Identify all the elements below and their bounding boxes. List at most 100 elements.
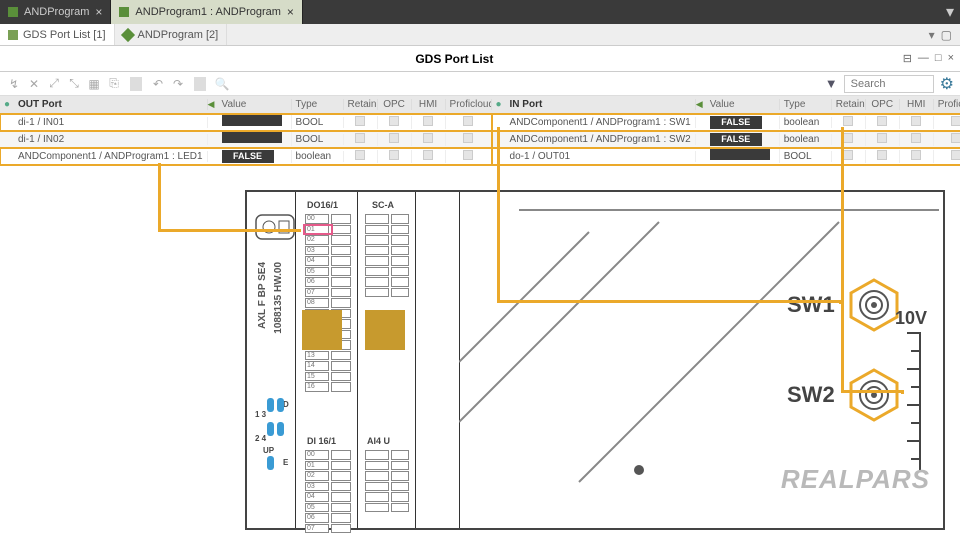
proficloud-checkbox[interactable]: [463, 133, 473, 143]
th-hmi[interactable]: HMI: [412, 99, 446, 110]
hmi-checkbox[interactable]: [911, 116, 921, 126]
th-value[interactable]: Value: [218, 99, 292, 110]
sub-tab-andprogram[interactable]: ANDProgram [2]: [115, 24, 228, 45]
panel-title: GDS Port List: [6, 52, 903, 66]
minimize-icon[interactable]: ▾: [929, 28, 935, 42]
settings-icon[interactable]: ⚙: [940, 74, 954, 94]
close-icon[interactable]: ×: [287, 5, 294, 19]
th-type[interactable]: Type: [292, 99, 344, 110]
th-type[interactable]: Type: [780, 99, 832, 110]
table-row[interactable]: di-1 / IN01BOOL: [0, 114, 492, 131]
th-value[interactable]: Value: [706, 99, 780, 110]
module-id-text: AXL F BP SE4: [257, 262, 268, 329]
th-retain[interactable]: Retain: [832, 99, 866, 110]
port-name: ANDComponent1 / ANDProgram1 : SW1: [506, 117, 696, 128]
proficloud-checkbox[interactable]: [463, 116, 473, 126]
watermark: REALPARS: [781, 464, 930, 495]
module-label: DO16/1: [307, 200, 338, 210]
port-value: FALSE: [218, 150, 292, 163]
retain-checkbox[interactable]: [843, 150, 853, 160]
proficloud-checkbox[interactable]: [463, 150, 473, 160]
opc-checkbox[interactable]: [389, 150, 399, 160]
tab-overflow-icon[interactable]: ▾: [940, 0, 960, 24]
opc-checkbox[interactable]: [877, 150, 887, 160]
collapse-icon[interactable]: ⤡: [66, 76, 82, 92]
th-in-port[interactable]: IN Port: [506, 99, 696, 110]
top-tab-andprogram1[interactable]: ANDProgram1 : ANDProgram ×: [111, 0, 303, 24]
proficloud-checkbox[interactable]: [951, 116, 960, 126]
port-type: BOOL: [780, 151, 832, 162]
panel-header: GDS Port List ⊟ — □ ×: [0, 46, 960, 72]
terminal-block: [365, 450, 389, 513]
port-type: BOOL: [292, 134, 344, 145]
tab-label: ANDProgram: [24, 6, 89, 18]
close-icon[interactable]: ×: [948, 52, 954, 65]
in-indicator-icon: ●: [492, 99, 506, 110]
retain-checkbox[interactable]: [355, 150, 365, 160]
sub-tab-gds-port-list[interactable]: GDS Port List [1]: [0, 24, 115, 45]
undo-icon[interactable]: ↶: [150, 76, 166, 92]
th-out-port[interactable]: OUT Port: [14, 99, 208, 110]
hmi-checkbox[interactable]: [911, 150, 921, 160]
retain-checkbox[interactable]: [843, 116, 853, 126]
th-hmi[interactable]: HMI: [900, 99, 934, 110]
th-retain[interactable]: Retain: [344, 99, 378, 110]
port-type: boolean: [780, 134, 832, 145]
maximize-icon[interactable]: □: [935, 52, 942, 65]
port-value: FALSE: [706, 116, 780, 129]
highlight-block: [365, 310, 405, 350]
connect-icon[interactable]: ↯: [6, 76, 22, 92]
th-opc[interactable]: OPC: [866, 99, 900, 110]
port-name: di-1 / IN01: [14, 117, 208, 128]
retain-checkbox[interactable]: [355, 133, 365, 143]
module-label: SC-A: [372, 200, 394, 210]
redo-icon[interactable]: ↷: [170, 76, 186, 92]
terminal-block: [331, 214, 351, 393]
pin-icon[interactable]: ⊟: [903, 52, 912, 65]
retain-checkbox[interactable]: [843, 133, 853, 143]
sw1-label: SW1: [787, 292, 835, 318]
hmi-checkbox[interactable]: [423, 133, 433, 143]
delete-icon[interactable]: ✕: [26, 76, 42, 92]
port-name: do-1 / OUT01: [506, 151, 696, 162]
toolbar: ↯ ✕ ⤢ ⤡ ▦ ⎘ ↶ ↷ 🔍 ▼ ⚙: [0, 72, 960, 96]
table-row[interactable]: ANDComponent1 / ANDProgram1 : SW1FALSEbo…: [492, 114, 960, 131]
search-input[interactable]: [844, 75, 934, 93]
copy-icon[interactable]: ⎘: [106, 76, 122, 92]
filter-icon[interactable]: ▼: [825, 76, 838, 91]
list-icon: [8, 30, 18, 40]
sw1-knob[interactable]: [847, 278, 901, 332]
proficloud-checkbox[interactable]: [951, 133, 960, 143]
sub-tab-bar: GDS Port List [1] ANDProgram [2] ▾ ▢: [0, 24, 960, 46]
table-row[interactable]: di-1 / IN02 BOOL: [0, 131, 492, 148]
table-row[interactable]: ANDComponent1 / ANDProgram1 : LED1FALSEb…: [0, 148, 492, 165]
th-proficloud[interactable]: Proficloud: [934, 99, 960, 110]
top-tab-andprogram[interactable]: ANDProgram ×: [0, 0, 111, 24]
retain-checkbox[interactable]: [355, 116, 365, 126]
terminal-block: [391, 450, 409, 513]
search-icon[interactable]: 🔍: [214, 76, 230, 92]
group-icon[interactable]: ▦: [86, 76, 102, 92]
close-icon[interactable]: ×: [95, 5, 102, 19]
table-row[interactable]: ANDComponent1 / ANDProgram1 : SW2FALSEbo…: [492, 131, 960, 148]
terminal-block: [391, 214, 409, 298]
expand-icon[interactable]: ⤢: [46, 76, 62, 92]
port-name: di-1 / IN02: [14, 134, 208, 145]
th-proficloud[interactable]: Proficloud: [446, 99, 492, 110]
voltage-scale: [919, 332, 921, 472]
minimize-icon[interactable]: —: [918, 52, 929, 65]
maximize-icon[interactable]: ▢: [941, 28, 952, 42]
opc-checkbox[interactable]: [389, 133, 399, 143]
table-row[interactable]: do-1 / OUT01 BOOL: [492, 148, 960, 165]
hmi-checkbox[interactable]: [911, 133, 921, 143]
voltage-label: 10V: [895, 308, 927, 329]
hmi-checkbox[interactable]: [423, 150, 433, 160]
opc-checkbox[interactable]: [877, 116, 887, 126]
out-port-table: ● OUT Port ◀ Value Type Retain OPC HMI P…: [0, 96, 492, 176]
th-opc[interactable]: OPC: [378, 99, 412, 110]
hmi-checkbox[interactable]: [423, 116, 433, 126]
opc-checkbox[interactable]: [877, 133, 887, 143]
opc-checkbox[interactable]: [389, 116, 399, 126]
proficloud-checkbox[interactable]: [951, 150, 960, 160]
sw2-knob[interactable]: [847, 368, 901, 422]
